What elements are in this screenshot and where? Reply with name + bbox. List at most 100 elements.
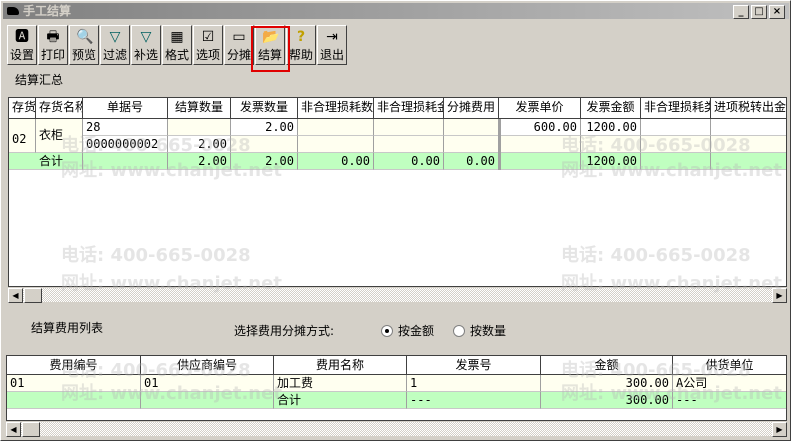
options-icon: ☑ — [201, 29, 215, 45]
table-cell[interactable] — [83, 153, 168, 170]
toolbar-button-0[interactable]: 🅰 设置 — [7, 25, 37, 65]
toolbar-label: 选项 — [195, 48, 220, 62]
table-cell[interactable]: 0000000002 — [83, 136, 168, 153]
toolbar-button-4[interactable]: ▽ 补选 — [131, 25, 161, 65]
column-header[interactable]: 发票金额 — [581, 98, 641, 119]
summary-grid[interactable]: 存货编码存货名称单据号结算数量发票数量非合理损耗数量非合理损耗金额分摊费用发票单… — [8, 97, 787, 287]
column-header[interactable]: 发票数量 — [231, 98, 298, 119]
column-header[interactable]: 供应商编号 — [141, 356, 274, 375]
inventory-code-cell[interactable]: 02 — [9, 119, 36, 153]
radio-by-amount[interactable]: 按金额 — [381, 322, 434, 339]
table-cell[interactable] — [444, 136, 499, 153]
folder-open-icon: 📂 — [262, 29, 280, 45]
column-header[interactable]: 进项税转出金额 — [711, 98, 786, 119]
toolbar-button-8[interactable]: 📂 结算 — [255, 25, 285, 65]
column-header[interactable]: 非合理损耗类型 — [641, 98, 711, 119]
column-header[interactable]: 存货编码 — [9, 98, 36, 119]
table-cell[interactable] — [641, 136, 711, 153]
table-cell[interactable] — [231, 136, 298, 153]
radio-icon[interactable] — [381, 325, 393, 337]
inventory-name-cell[interactable]: 衣柜 — [36, 119, 83, 153]
column-header[interactable]: 费用编号 — [7, 356, 141, 375]
table-cell[interactable] — [641, 119, 711, 136]
toolbar-button-6[interactable]: ☑ 选项 — [193, 25, 223, 65]
scroll-thumb[interactable] — [24, 288, 42, 303]
column-header[interactable]: 存货名称 — [36, 98, 83, 119]
table-cell[interactable]: 1200.00 — [581, 119, 641, 136]
toolbar-button-2[interactable]: 🔍 预览 — [69, 25, 99, 65]
table-cell[interactable] — [298, 119, 374, 136]
fees-title: 结算费用列表 — [31, 321, 104, 335]
radio-by-quantity[interactable]: 按数量 — [453, 322, 506, 339]
scroll-left-button[interactable]: ◀ — [6, 422, 21, 437]
table-cell[interactable] — [374, 136, 444, 153]
column-header[interactable]: 供货单位 — [673, 356, 786, 375]
table-cell[interactable]: A公司 — [673, 375, 786, 392]
table-cell[interactable] — [168, 119, 231, 136]
scroll-right-button[interactable]: ▶ — [772, 288, 787, 303]
column-header[interactable]: 非合理损耗金额 — [374, 98, 444, 119]
fees-grid[interactable]: 费用编号 供应商编号 费用名称 发票号 金额 供货单位 01 01 加工费 1 300.00 A公司合… — [6, 355, 787, 421]
fees-hscrollbar[interactable]: ◀ ▶ — [6, 421, 787, 437]
toolbar-button-10[interactable]: ⇥ 退出 — [317, 25, 347, 65]
table-cell[interactable] — [7, 392, 141, 409]
column-header[interactable]: 结算数量 — [168, 98, 231, 119]
table-cell[interactable]: 2.00 — [231, 119, 298, 136]
toolbar-button-3[interactable]: ▽ 过滤 — [100, 25, 130, 65]
column-header[interactable]: 发票单价 — [499, 98, 581, 119]
close-button[interactable]: × — [769, 5, 785, 19]
column-header[interactable]: 单据号 — [83, 98, 168, 119]
table-cell[interactable]: 300.00 — [541, 375, 673, 392]
table-cell[interactable] — [711, 153, 786, 170]
table-cell[interactable]: 2.00 — [168, 136, 231, 153]
table-cell[interactable] — [141, 392, 274, 409]
table-cell[interactable]: --- — [673, 392, 786, 409]
table-cell[interactable]: 600.00 — [499, 119, 581, 136]
table-cell[interactable]: 2.00 — [231, 153, 298, 170]
column-header[interactable]: 发票号 — [407, 356, 541, 375]
title-bar: 手工结算 _ □ × — [3, 3, 789, 19]
maximize-button[interactable]: □ — [751, 5, 767, 19]
table-cell[interactable] — [711, 119, 786, 136]
scroll-right-button[interactable]: ▶ — [772, 422, 787, 437]
table-cell[interactable]: 28 — [83, 119, 168, 136]
table-cell[interactable]: 2.00 — [168, 153, 231, 170]
toolbar-button-5[interactable]: ▦ 格式 — [162, 25, 192, 65]
table-cell[interactable]: 合计 — [274, 392, 407, 409]
table-cell[interactable] — [298, 136, 374, 153]
table-cell[interactable] — [499, 136, 581, 153]
radio-label: 按数量 — [470, 324, 507, 338]
table-cell[interactable] — [641, 153, 711, 170]
table-cell[interactable]: 01 — [7, 375, 141, 392]
table-cell[interactable]: 合计 — [36, 153, 83, 170]
table-cell[interactable]: 0.00 — [374, 153, 444, 170]
table-cell[interactable]: 加工费 — [274, 375, 407, 392]
column-header[interactable]: 金额 — [541, 356, 673, 375]
radio-icon[interactable] — [453, 325, 465, 337]
summary-hscrollbar[interactable]: ◀ ▶ — [8, 287, 787, 303]
table-cell[interactable] — [374, 119, 444, 136]
table-cell[interactable]: 1 — [407, 375, 541, 392]
table-cell[interactable] — [9, 153, 36, 170]
table-cell[interactable]: 300.00 — [541, 392, 673, 409]
scroll-thumb[interactable] — [22, 422, 40, 437]
help-icon: ? — [296, 29, 306, 45]
column-header[interactable]: 非合理损耗数量 — [298, 98, 374, 119]
table-cell[interactable] — [499, 153, 581, 170]
table-cell[interactable]: 0.00 — [444, 153, 499, 170]
scroll-left-button[interactable]: ◀ — [8, 288, 23, 303]
minimize-button[interactable]: _ — [733, 5, 749, 19]
table-cell[interactable] — [581, 136, 641, 153]
toolbar-button-9[interactable]: ? 帮助 — [286, 25, 316, 65]
table-cell[interactable]: 01 — [141, 375, 274, 392]
column-header[interactable]: 费用名称 — [274, 356, 407, 375]
toolbar-button-1[interactable]: 🖶 打印 — [38, 25, 68, 65]
table-cell[interactable]: 0.00 — [298, 153, 374, 170]
printer-icon: 🖶 — [46, 29, 60, 45]
table-cell[interactable] — [711, 136, 786, 153]
table-cell[interactable]: 1200.00 — [581, 153, 641, 170]
table-cell[interactable] — [444, 119, 499, 136]
column-header[interactable]: 分摊费用 — [444, 98, 499, 119]
table-cell[interactable]: --- — [407, 392, 541, 409]
toolbar-button-7[interactable]: ▭ 分摊 — [224, 25, 254, 65]
